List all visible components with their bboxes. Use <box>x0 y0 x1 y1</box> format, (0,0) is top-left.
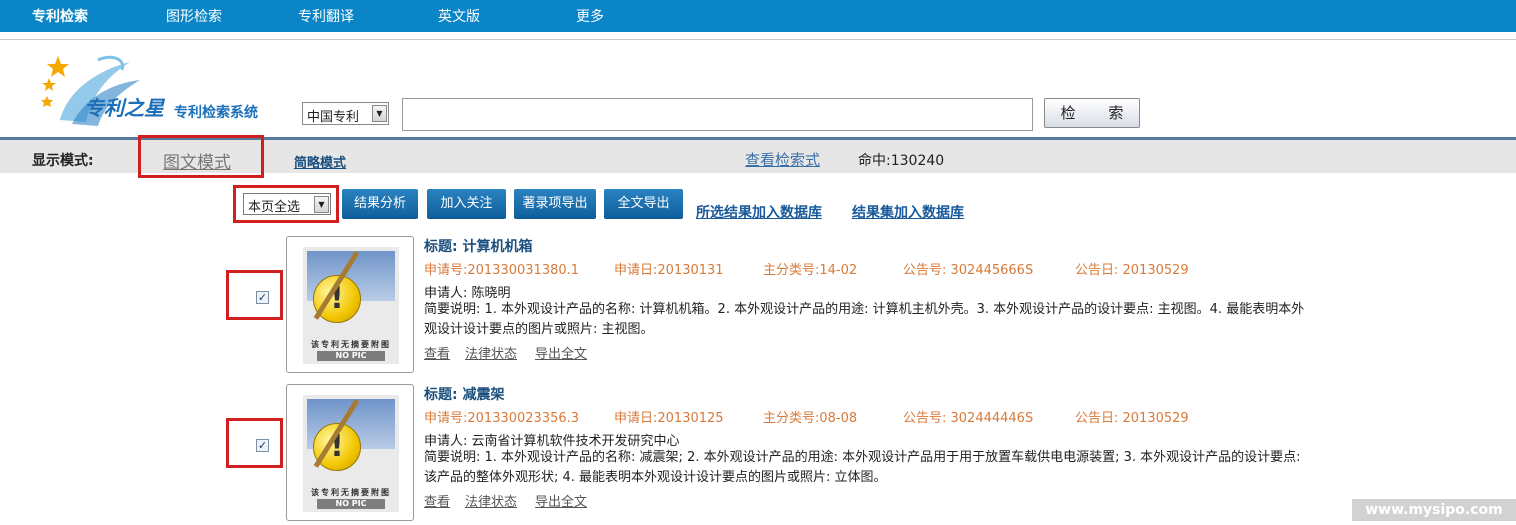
watermark: www.mysipo.com <box>1352 499 1516 521</box>
add-follow-button[interactable]: 加入关注 <box>427 189 506 219</box>
brief-mode-link[interactable]: 简略模式 <box>294 152 346 171</box>
view-link[interactable]: 查看 <box>424 343 450 362</box>
database-select-value: 中国专利 <box>307 110 360 125</box>
result-title[interactable]: 标题: 计算机机箱 <box>424 236 532 256</box>
nav-divider <box>0 39 1516 40</box>
export-fulltext-button[interactable]: 全文导出 <box>604 189 683 219</box>
display-mode-bar: 显示模式: 图文模式 简略模式 查看检索式 命中:130240 <box>0 137 1516 173</box>
applicant: 申请人: 陈晓明 <box>424 286 511 301</box>
nav-more[interactable]: 更多 <box>576 6 604 26</box>
add-resultset-to-db-link[interactable]: 结果集加入数据库 <box>852 202 964 222</box>
display-mode-label: 显示模式: <box>32 153 94 169</box>
main-classification: 主分类号:14-02 <box>763 263 858 278</box>
thumbnail-caption: 该专利无摘要附图 <box>311 340 391 349</box>
application-date: 申请日:20130125 <box>614 411 724 426</box>
publication-number: 公告号: 302444446S <box>903 411 1034 426</box>
result-thumbnail[interactable]: ! 该专利无摘要附图 NO PIC <box>286 384 414 521</box>
view-query-link[interactable]: 查看检索式 <box>745 149 820 170</box>
result-summary: 简要说明: 1. 本外观设计产品的名称: 减震架; 2. 本外观设计产品的用途:… <box>424 450 1301 485</box>
legal-status-link[interactable]: 法律状态 <box>465 343 517 362</box>
no-image-placeholder: ! 该专利无摘要附图 NO PIC <box>303 395 399 512</box>
result-summary: 简要说明: 1. 本外观设计产品的名称: 计算机机箱。2. 本外观设计产品的用途… <box>424 302 1305 337</box>
application-number: 申请号:201330031380.1 <box>424 263 580 278</box>
logo-title: 专利之星 <box>84 96 164 120</box>
no-pic-label: NO PIC <box>317 351 385 361</box>
publication-date: 公告日: 20130529 <box>1075 411 1189 426</box>
result-checkbox[interactable]: ✓ <box>256 291 269 304</box>
chevron-down-icon: ▼ <box>372 105 387 122</box>
no-image-placeholder: ! 该专利无摘要附图 NO PIC <box>303 247 399 364</box>
result-checkbox[interactable]: ✓ <box>256 439 269 452</box>
select-all-dropdown[interactable]: 本页全选 ▼ <box>243 193 331 215</box>
view-link[interactable]: 查看 <box>424 491 450 510</box>
export-fulltext-link[interactable]: 导出全文 <box>535 343 587 362</box>
logo-subtitle: 专利检索系统 <box>174 105 258 121</box>
chevron-down-icon: ▼ <box>314 196 329 213</box>
applicant: 申请人: 云南省计算机软件技术开发研究中心 <box>424 434 680 449</box>
legal-status-link[interactable]: 法律状态 <box>465 491 517 510</box>
export-bibliography-button[interactable]: 著录项导出 <box>514 189 596 219</box>
thumbnail-caption: 该专利无摘要附图 <box>311 488 391 497</box>
export-fulltext-link[interactable]: 导出全文 <box>535 491 587 510</box>
highlight-checkbox <box>226 418 283 468</box>
search-input[interactable] <box>402 98 1033 131</box>
application-number: 申请号:201330023356.3 <box>424 411 580 426</box>
publication-date: 公告日: 20130529 <box>1075 263 1189 278</box>
highlight-checkbox <box>226 270 283 320</box>
search-button[interactable]: 检 索 <box>1044 98 1140 128</box>
nav-english-version[interactable]: 英文版 <box>438 6 480 26</box>
nav-graphic-search[interactable]: 图形检索 <box>166 6 222 26</box>
nav-patent-search[interactable]: 专利检索 <box>32 6 88 26</box>
graphic-mode-link[interactable]: 图文模式 <box>163 148 231 173</box>
application-date: 申请日:20130131 <box>614 263 724 278</box>
database-select[interactable]: 中国专利 ▼ <box>302 102 389 125</box>
result-title[interactable]: 标题: 减震架 <box>424 384 504 404</box>
hit-count: 命中:130240 <box>858 153 945 169</box>
nav-patent-translation[interactable]: 专利翻译 <box>298 6 354 26</box>
result-analysis-button[interactable]: 结果分析 <box>342 189 418 219</box>
result-thumbnail[interactable]: ! 该专利无摘要附图 NO PIC <box>286 236 414 373</box>
main-classification: 主分类号:08-08 <box>763 411 858 426</box>
logo: 专利之星 专利检索系统 <box>38 50 278 132</box>
select-all-value: 本页全选 <box>248 200 301 215</box>
top-nav: 专利检索 图形检索 专利翻译 英文版 更多 <box>0 0 1516 32</box>
add-selected-to-db-link[interactable]: 所选结果加入数据库 <box>696 202 822 222</box>
publication-number: 公告号: 302445666S <box>903 263 1034 278</box>
no-pic-label: NO PIC <box>317 499 385 509</box>
